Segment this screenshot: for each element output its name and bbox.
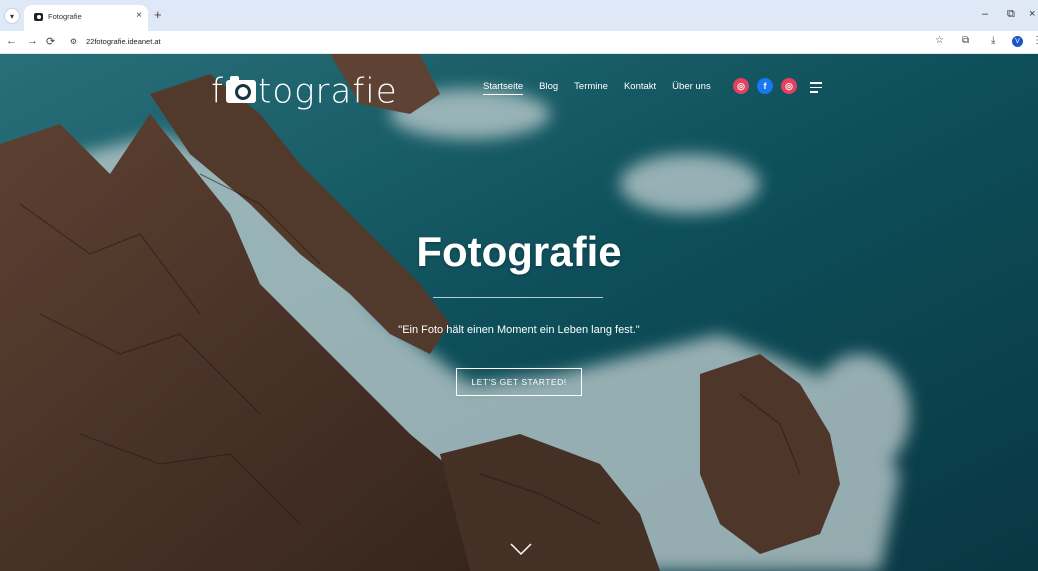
main-navigation: Startseite Blog Termine Kontakt Über uns	[483, 81, 727, 95]
url-text: 22fotografie.ideanet.at	[86, 37, 161, 46]
instagram-icon[interactable]: ◎	[781, 78, 797, 94]
site-settings-icon[interactable]: ⚙	[68, 36, 79, 47]
facebook-icon[interactable]: f	[757, 78, 773, 94]
nav-ueber-uns[interactable]: Über uns	[672, 81, 711, 92]
back-icon[interactable]: ←	[6, 35, 17, 47]
profile-avatar[interactable]: V	[1012, 36, 1023, 47]
logo-text: tografie	[257, 71, 398, 112]
browser-tab[interactable]: Fotografie ×	[24, 5, 148, 31]
hamburger-menu-icon[interactable]	[810, 82, 822, 96]
restore-button[interactable]: ⧉	[1007, 8, 1015, 21]
tab-list-icon[interactable]: ▾	[4, 8, 20, 24]
download-icon[interactable]: ⤓	[991, 35, 995, 46]
hero-overlay	[0, 54, 1038, 571]
new-tab-button[interactable]: +	[154, 7, 162, 22]
extensions-icon[interactable]: ⧉	[962, 35, 969, 46]
instagram-icon[interactable]: ◎	[733, 78, 749, 94]
reload-icon[interactable]: ⟳	[46, 35, 55, 48]
nav-blog[interactable]: Blog	[539, 81, 558, 92]
menu-icon[interactable]: ⋮	[1032, 35, 1038, 46]
browser-toolbar: ← → ⟳ ⚙ 22fotografie.ideanet.at ☆ ⧉ ⤓ V …	[0, 31, 1038, 54]
browser-tab-bar: ▾ Fotografie × + – ⧉ ×	[0, 0, 1038, 31]
hero-section: f tografie Startseite Blog Termine Kontak…	[0, 54, 1038, 571]
hero-title: Fotografie	[416, 228, 622, 275]
camera-logo-icon	[225, 76, 256, 103]
camera-favicon-icon	[34, 13, 43, 21]
tab-close-button[interactable]: ×	[136, 10, 142, 21]
hero-subtitle: "Ein Foto hält einen Moment ein Leben la…	[398, 324, 640, 336]
minimize-button[interactable]: –	[982, 8, 988, 20]
nav-startseite[interactable]: Startseite	[483, 81, 524, 95]
logo-prefix: f	[211, 71, 224, 112]
nav-termine[interactable]: Termine	[574, 81, 608, 92]
get-started-button[interactable]: LET'S GET STARTED!	[456, 368, 582, 396]
close-window-button[interactable]: ×	[1029, 8, 1035, 20]
nav-kontakt[interactable]: Kontakt	[624, 81, 656, 92]
star-icon[interactable]: ☆	[935, 35, 944, 46]
tab-title: Fotografie	[48, 12, 82, 21]
hero-divider	[433, 297, 603, 298]
site-logo[interactable]: f tografie	[211, 70, 398, 112]
forward-icon[interactable]: →	[27, 35, 38, 47]
chevron-down-icon[interactable]	[510, 542, 532, 556]
address-bar[interactable]: ⚙ 22fotografie.ideanet.at	[64, 33, 952, 51]
